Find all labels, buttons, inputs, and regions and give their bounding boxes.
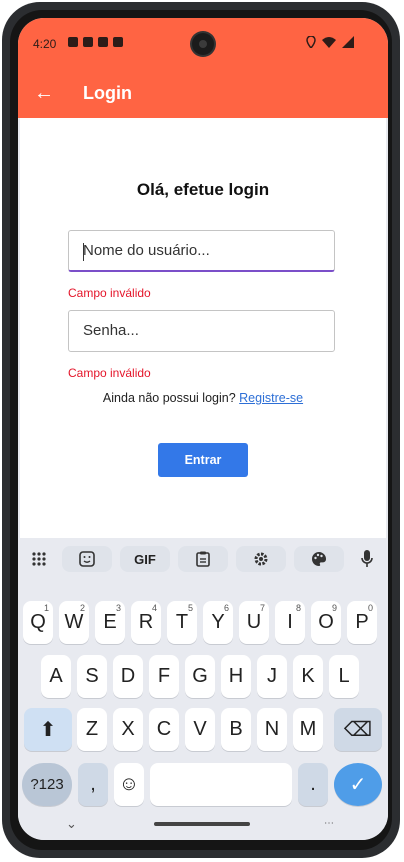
emoji-key[interactable]: ☺ [114,763,144,806]
key-k[interactable]: K [293,655,323,698]
location-icon [306,36,316,48]
key-hint: 8 [295,603,301,613]
key-hint: 9 [331,603,337,613]
navigation-bar: ⌄ ⋯ [18,810,388,840]
key-d[interactable]: D [113,655,143,698]
backspace-key[interactable]: ⌫ [334,708,382,751]
symbols-key[interactable]: ?123 [22,763,72,806]
key-l[interactable]: L [329,655,359,698]
soft-keyboard: GIF Q1W2E3R4T5Y6U7I8O9P0 ASDFGHJKL ⬆ ⌫ Z… [18,538,388,840]
status-system-icons [306,36,354,48]
microphone-icon[interactable] [352,546,382,572]
screen: 4:20 ← Login Olá, efetue login Campo inv… [18,18,388,840]
home-handle[interactable] [154,822,250,826]
key-x[interactable]: X [113,708,143,751]
cellular-icon [342,36,354,48]
key-hint: 3 [115,603,121,613]
gif-button[interactable]: GIF [120,546,170,572]
login-form: Olá, efetue login Campo inválido Campo i… [20,118,386,539]
key-c[interactable]: C [149,708,179,751]
key-t[interactable]: T5 [167,601,197,644]
key-b[interactable]: B [221,708,251,751]
security-icon [83,37,93,47]
key-hint: 5 [187,603,193,613]
key-w[interactable]: W2 [59,601,89,644]
key-hint: 6 [223,603,229,613]
key-m[interactable]: M [293,708,323,751]
arrow-left-icon[interactable]: ← [34,82,54,105]
key-hint: 2 [79,603,85,613]
key-hint: 1 [43,603,49,613]
register-prompt-line: Ainda não possui login? Registre-se [20,391,386,405]
key-p[interactable]: P0 [347,601,377,644]
username-error: Campo inválido [68,286,151,300]
status-time: 4:20 [33,37,57,51]
notification-icon [113,37,123,47]
key-q[interactable]: Q1 [23,601,53,644]
app-bar: ← Login [18,72,388,118]
keyboard-switch-icon[interactable]: ⋯ [324,818,334,829]
key-hint: 0 [367,603,373,613]
key-o[interactable]: O9 [311,601,341,644]
key-n[interactable]: N [257,708,287,751]
login-heading: Olá, efetue login [136,180,270,199]
password-error: Campo inválido [68,366,151,380]
period-key[interactable]: . [298,763,328,806]
status-bar: 4:20 [18,18,388,72]
key-f[interactable]: F [149,655,179,698]
register-prompt: Ainda não possui login? [102,391,236,405]
key-h[interactable]: H [221,655,251,698]
front-camera [192,33,214,55]
sim-icon [98,37,108,47]
palette-icon[interactable] [294,546,344,572]
wifi-icon [322,36,336,48]
keyboard-toolbar: GIF [18,543,388,575]
key-s[interactable]: S [77,655,107,698]
gear-icon[interactable] [236,546,286,572]
spacebar[interactable] [150,763,292,806]
username-field[interactable] [68,230,335,272]
username-input[interactable] [83,242,323,259]
grid-icon[interactable] [24,546,54,572]
chevron-down-icon[interactable]: ⌄ [66,816,77,832]
key-y[interactable]: Y6 [203,601,233,644]
key-e[interactable]: E3 [95,601,125,644]
password-input[interactable] [83,322,323,339]
key-g[interactable]: G [185,655,215,698]
status-notification-icons [68,37,123,47]
password-field[interactable] [68,310,335,352]
key-z[interactable]: Z [77,708,107,751]
key-v[interactable]: V [185,708,215,751]
shift-key[interactable]: ⬆ [24,708,72,751]
comma-key[interactable]: , [78,763,108,806]
key-u[interactable]: U7 [239,601,269,644]
clipboard-icon[interactable] [178,546,228,572]
key-r[interactable]: R4 [131,601,161,644]
enter-key[interactable]: ✓ [334,763,382,806]
key-hint: 7 [259,603,265,613]
page-title: Login [83,83,132,103]
key-j[interactable]: J [257,655,287,698]
key-a[interactable]: A [41,655,71,698]
sticker-icon[interactable] [62,546,112,572]
login-button[interactable]: Entrar [158,443,248,477]
register-link[interactable]: Registre-se [239,391,303,405]
shield-icon [68,37,78,47]
key-hint: 4 [151,603,157,613]
key-i[interactable]: I8 [275,601,305,644]
